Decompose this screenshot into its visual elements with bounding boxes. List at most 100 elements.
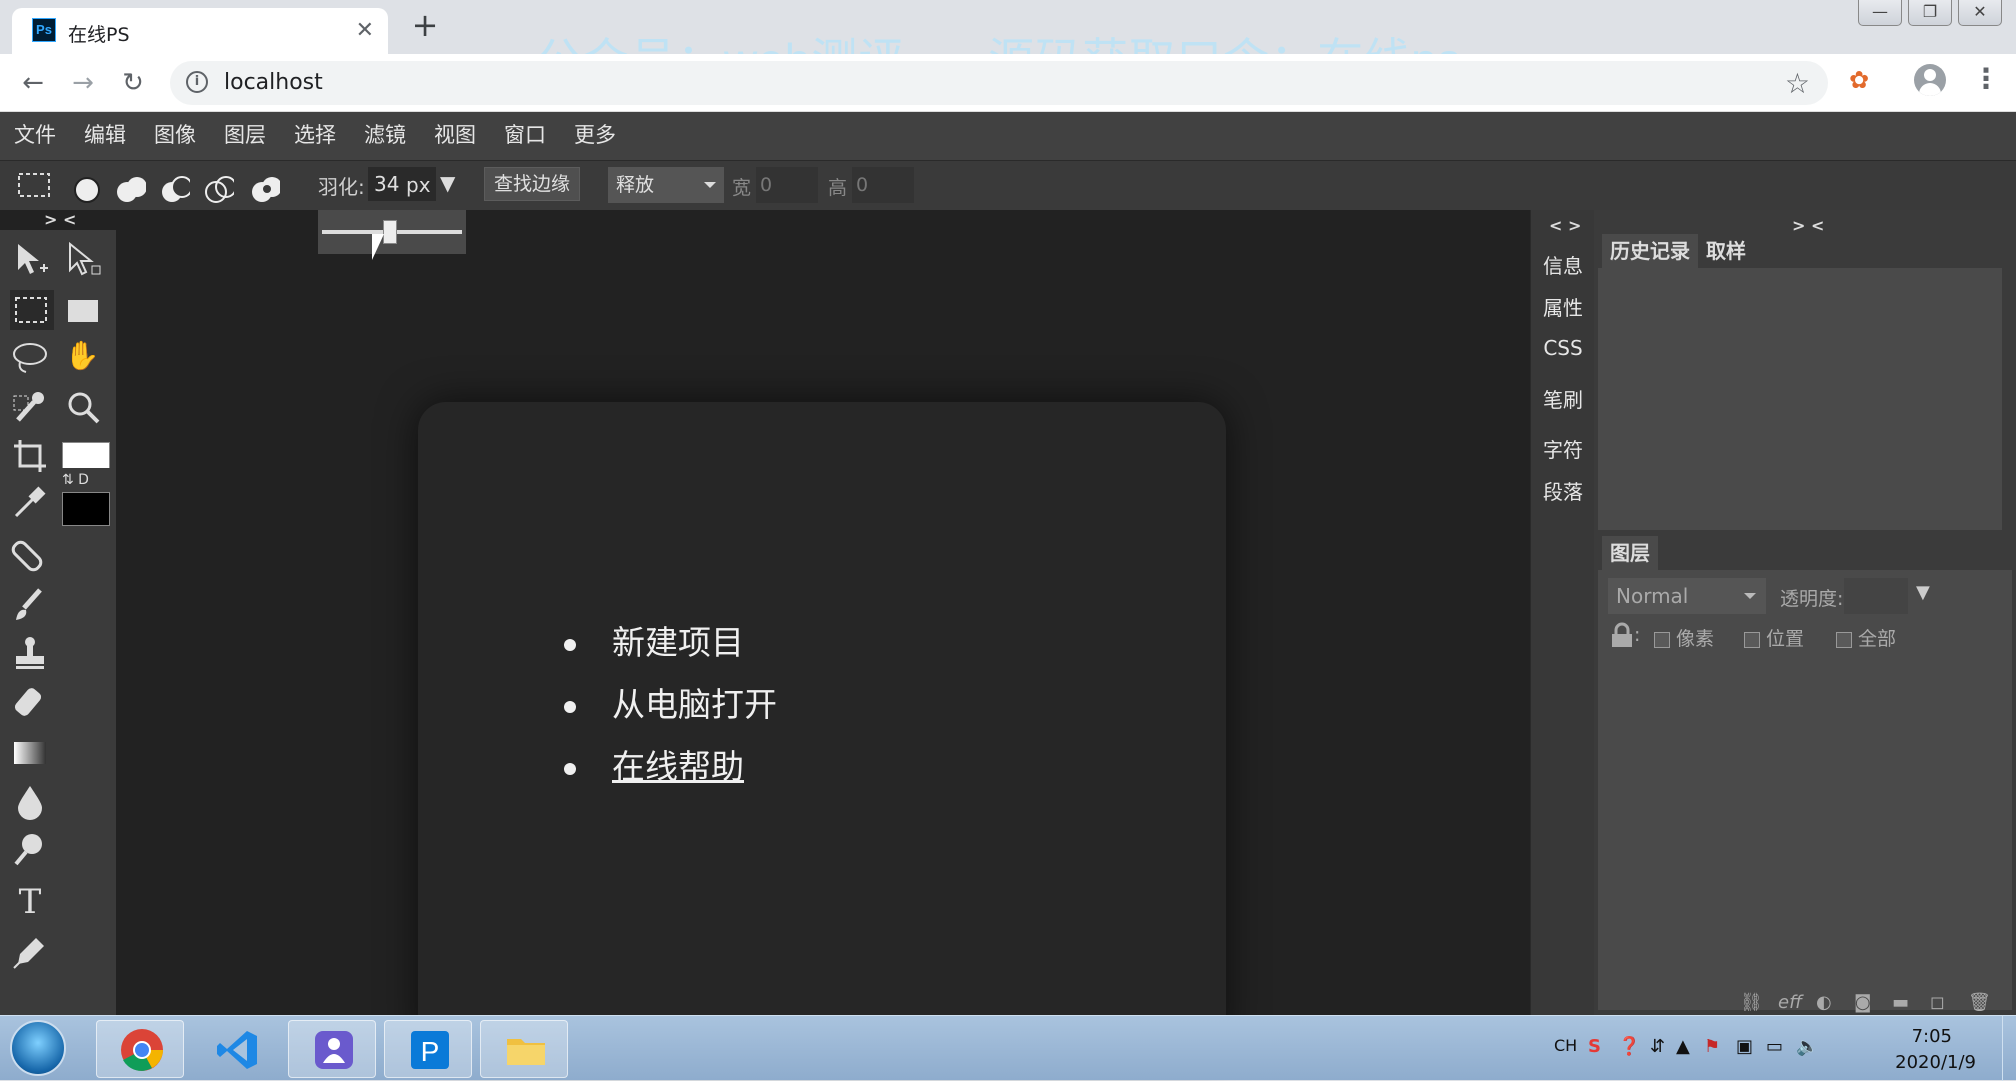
right-panels-toggle[interactable]: > < <box>1792 216 1824 235</box>
profile-avatar-icon[interactable] <box>1914 64 1946 96</box>
eyedropper-tool-icon[interactable] <box>10 482 50 522</box>
menu-select[interactable]: 选择 <box>280 112 350 160</box>
menu-view[interactable]: 视图 <box>420 112 490 160</box>
url-text[interactable]: localhost <box>224 70 323 95</box>
taskbar-app-p[interactable]: P <box>384 1020 472 1078</box>
browser-tab[interactable]: Ps 在线PS ✕ <box>12 8 388 54</box>
feather-slider[interactable] <box>318 210 466 254</box>
forward-arrow-icon[interactable]: → <box>66 66 100 100</box>
height-input[interactable]: 0 <box>852 167 914 203</box>
path-select-tool-icon[interactable] <box>64 240 104 280</box>
menu-window[interactable]: 窗口 <box>490 112 560 160</box>
sogou-ime-icon[interactable]: S <box>1588 1036 1601 1057</box>
side-tabs-toggle[interactable]: < > <box>1549 216 1581 235</box>
lasso-tool-icon[interactable] <box>10 338 50 378</box>
language-indicator[interactable]: CH <box>1554 1036 1577 1055</box>
info-icon[interactable]: i <box>186 71 208 93</box>
lock-pixels-checkbox[interactable] <box>1654 631 1670 648</box>
new-selection-icon[interactable] <box>72 175 102 205</box>
eraser-tool-icon[interactable] <box>10 682 50 722</box>
tab-css[interactable]: CSS <box>1531 336 1595 360</box>
reload-icon[interactable]: ↻ <box>116 66 150 100</box>
crop-tool-icon[interactable] <box>10 436 50 476</box>
tab-properties[interactable]: 属性 <box>1531 292 1595 321</box>
lock-all-option[interactable]: 全部 <box>1836 624 1896 651</box>
brush-tool-icon[interactable] <box>10 586 50 626</box>
open-from-computer-item[interactable]: 从电脑打开 <box>564 674 777 736</box>
lock-pixels-option[interactable]: 像素 <box>1654 624 1714 651</box>
release-select[interactable]: 释放 <box>608 167 724 203</box>
blend-mode-select[interactable]: Normal <box>1608 578 1766 614</box>
new-project-item[interactable]: 新建项目 <box>564 612 777 674</box>
browser-menu-icon[interactable]: ⋮ <box>1972 64 2000 94</box>
opacity-input[interactable] <box>1844 578 1908 614</box>
lock-position-checkbox[interactable] <box>1744 631 1760 648</box>
dodge-tool-icon[interactable] <box>10 830 50 870</box>
show-desktop-button[interactable] <box>2002 1016 2016 1081</box>
back-arrow-icon[interactable]: ← <box>16 66 50 100</box>
new-group-folder-icon[interactable]: ▬ <box>1892 992 1909 1013</box>
lock-all-checkbox[interactable] <box>1836 631 1852 648</box>
foreground-color-swatch[interactable] <box>62 442 110 470</box>
action-center-flag-icon[interactable]: ⚑ <box>1704 1036 1720 1057</box>
new-layer-icon[interactable]: ◻ <box>1930 992 1945 1013</box>
slider-thumb[interactable] <box>382 220 397 244</box>
xor-selection-icon[interactable] <box>250 175 280 205</box>
clock-time[interactable]: 7:05 <box>1912 1026 1952 1047</box>
layer-effects-icon[interactable]: eff <box>1778 992 1802 1013</box>
tab-character[interactable]: 字符 <box>1531 434 1595 463</box>
pen-tool-icon[interactable] <box>10 932 50 972</box>
text-tool-icon[interactable]: T <box>10 882 50 922</box>
volume-icon[interactable]: 🔈 <box>1796 1036 1818 1057</box>
address-bar[interactable]: i localhost ☆ <box>170 61 1828 105</box>
taskbar-explorer[interactable] <box>480 1020 568 1078</box>
new-tab-button[interactable]: + <box>408 8 442 42</box>
hand-tool-icon[interactable]: ✋ <box>62 336 102 376</box>
marquee-tool-icon[interactable] <box>16 171 52 201</box>
intersect-selection-icon[interactable] <box>204 175 234 205</box>
delete-layer-trash-icon[interactable]: 🗑 <box>1968 992 1991 1013</box>
tab-paragraph[interactable]: 段落 <box>1531 476 1595 505</box>
windows-start-icon[interactable] <box>10 1020 66 1076</box>
zoom-tool-icon[interactable] <box>64 388 104 428</box>
close-window-button[interactable]: ✕ <box>1958 0 2002 26</box>
background-color-swatch[interactable] <box>62 492 110 526</box>
rect-marquee-tool-icon[interactable] <box>10 290 54 330</box>
link-layers-icon[interactable]: ⛓ <box>1740 992 1763 1013</box>
feather-dropdown-icon[interactable]: ▼ <box>440 171 455 195</box>
adjustment-layer-icon[interactable]: ◐ <box>1816 992 1832 1013</box>
bookmark-star-icon[interactable]: ☆ <box>1785 67 1810 100</box>
online-help-link[interactable]: 在线帮助 <box>564 736 777 798</box>
subtract-selection-icon[interactable] <box>160 175 190 205</box>
tab-brush[interactable]: 笔刷 <box>1531 384 1595 413</box>
find-edge-button[interactable]: 查找边缘 <box>484 167 580 201</box>
width-input[interactable]: 0 <box>756 167 818 203</box>
help-icon[interactable]: ❓ <box>1618 1036 1640 1057</box>
menu-image[interactable]: 图像 <box>140 112 210 160</box>
blur-tool-icon[interactable] <box>10 782 50 822</box>
clock-date[interactable]: 2020/1/9 <box>1895 1052 1976 1073</box>
taskbar-app-person[interactable] <box>288 1020 376 1078</box>
device-icon[interactable]: ▣ <box>1736 1036 1753 1057</box>
menu-layer[interactable]: 图层 <box>210 112 280 160</box>
restore-button[interactable]: ❐ <box>1908 0 1952 26</box>
canvas-area[interactable]: 新建项目 从电脑打开 在线帮助 <box>116 210 1530 1052</box>
add-selection-icon[interactable] <box>116 175 146 205</box>
quick-select-tool-icon[interactable] <box>10 388 50 428</box>
swap-default-colors[interactable]: ⇅ D <box>62 468 110 492</box>
healing-brush-tool-icon[interactable] <box>10 536 50 576</box>
menu-file[interactable]: 文件 <box>0 112 70 160</box>
layer-mask-icon[interactable]: ◙ <box>1854 992 1871 1013</box>
taskbar-chrome[interactable] <box>96 1020 184 1078</box>
menu-more[interactable]: 更多 <box>560 112 630 160</box>
menu-filter[interactable]: 滤镜 <box>350 112 420 160</box>
tab-close-icon[interactable]: ✕ <box>356 18 374 43</box>
tools-collapse-toggle[interactable]: > < <box>44 210 76 229</box>
opacity-dropdown-icon[interactable]: ▼ <box>1916 582 1930 603</box>
move-tool-icon[interactable] <box>12 240 52 280</box>
lock-position-option[interactable]: 位置 <box>1744 624 1804 651</box>
network-icon[interactable]: ▭ <box>1766 1036 1783 1057</box>
tab-info[interactable]: 信息 <box>1531 250 1595 279</box>
taskbar-vscode[interactable] <box>192 1020 280 1078</box>
show-hidden-icons[interactable]: ▲ <box>1676 1036 1690 1057</box>
